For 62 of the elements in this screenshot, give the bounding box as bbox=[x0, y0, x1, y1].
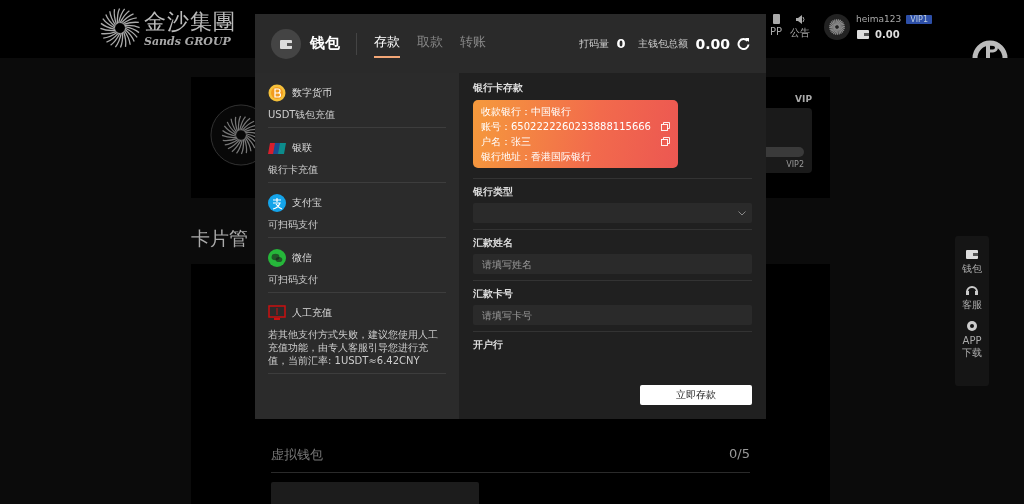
method-name[interactable]: 银联 bbox=[292, 141, 312, 155]
field-label: 银行类型 bbox=[473, 185, 514, 199]
method-description: 若其他支付方式失败，建议您使用人工充值功能，由专人客服引导您进行充值，当前汇率: 1USDT≈6.42CNY bbox=[268, 328, 439, 367]
field-label: 汇款卡号 bbox=[473, 287, 514, 301]
card-detail: 账号：6502222260233888115666 bbox=[481, 119, 651, 134]
section-title: 卡片管 bbox=[191, 226, 248, 250]
method-name[interactable]: 数字货币 bbox=[292, 86, 332, 100]
stat-value: 0.00 bbox=[695, 35, 730, 52]
vip-badge: VIP1 bbox=[906, 14, 932, 24]
stat-value: 0 bbox=[616, 36, 626, 51]
vip-link[interactable]: VIP bbox=[795, 94, 812, 104]
dropdown-field[interactable] bbox=[473, 203, 752, 223]
speaker-icon bbox=[794, 14, 806, 24]
logo-title: 金沙集團 bbox=[144, 8, 236, 35]
field-label: 开户行 bbox=[473, 338, 504, 352]
tab[interactable]: 存款 bbox=[374, 29, 400, 58]
wallet-count: 0/5 bbox=[729, 446, 750, 463]
input-field[interactable]: 请填写卡号 bbox=[473, 305, 752, 325]
monitor-icon[interactable] bbox=[268, 304, 286, 322]
copy-icon[interactable] bbox=[661, 137, 670, 146]
nav-link[interactable]: PP bbox=[770, 26, 783, 37]
method-description: 银行卡充值 bbox=[268, 163, 319, 176]
wallet-title: 虚拟钱包 bbox=[271, 446, 323, 464]
next-level: VIP2 bbox=[786, 160, 804, 169]
tool-label[interactable]: 钱包 bbox=[961, 263, 983, 275]
nav-link[interactable]: 公告 bbox=[790, 26, 811, 40]
copy-icon[interactable] bbox=[661, 122, 670, 131]
headset-icon[interactable] bbox=[965, 284, 979, 296]
wallet-icon bbox=[856, 28, 871, 40]
input-field[interactable]: 请填写姓名 bbox=[473, 254, 752, 274]
method-description: USDT钱包充值 bbox=[268, 108, 337, 121]
card-detail: 户名：张三 bbox=[481, 134, 531, 149]
wallet-icon bbox=[279, 37, 293, 50]
logo-subtitle: Sands GROUP bbox=[144, 34, 232, 48]
method-name[interactable]: 支付宝 bbox=[292, 196, 322, 210]
method-description: 可扫码支付 bbox=[268, 218, 319, 231]
chat-bubbles-icon[interactable] bbox=[268, 249, 286, 267]
wallet-icon[interactable] bbox=[965, 248, 979, 260]
phone-icon bbox=[770, 14, 782, 24]
card-detail: 银行地址：香港国际银行 bbox=[481, 149, 591, 164]
card-detail: 收款银行：中国银行 bbox=[481, 104, 571, 119]
username: heima123 bbox=[856, 14, 902, 24]
method-name[interactable]: 微信 bbox=[292, 251, 312, 265]
balance: 0.00 bbox=[875, 28, 900, 40]
tool-label[interactable]: 客服 bbox=[961, 299, 983, 311]
stat-label: 主钱包总额 bbox=[638, 36, 689, 51]
dialog-title: 钱包 bbox=[310, 34, 340, 53]
deposit-button[interactable]: 立即存款 bbox=[640, 385, 752, 405]
section-title: 银行卡存款 bbox=[473, 81, 524, 95]
alipay-icon[interactable] bbox=[268, 194, 286, 212]
tab[interactable]: 取款 bbox=[417, 29, 443, 58]
field-label: 汇款姓名 bbox=[473, 236, 514, 250]
chevron-down-icon bbox=[738, 210, 746, 216]
tab[interactable]: 转账 bbox=[460, 29, 486, 58]
refresh-icon[interactable] bbox=[737, 37, 750, 50]
avatar-icon bbox=[824, 14, 851, 40]
coin-icon[interactable] bbox=[268, 84, 286, 102]
stat-label: 打码量 bbox=[579, 36, 610, 51]
method-name[interactable]: 人工充值 bbox=[292, 306, 332, 320]
tool-label[interactable]: APP 下载 bbox=[961, 335, 983, 359]
sunburst-logo-icon bbox=[100, 8, 140, 48]
method-description: 可扫码支付 bbox=[268, 273, 319, 286]
